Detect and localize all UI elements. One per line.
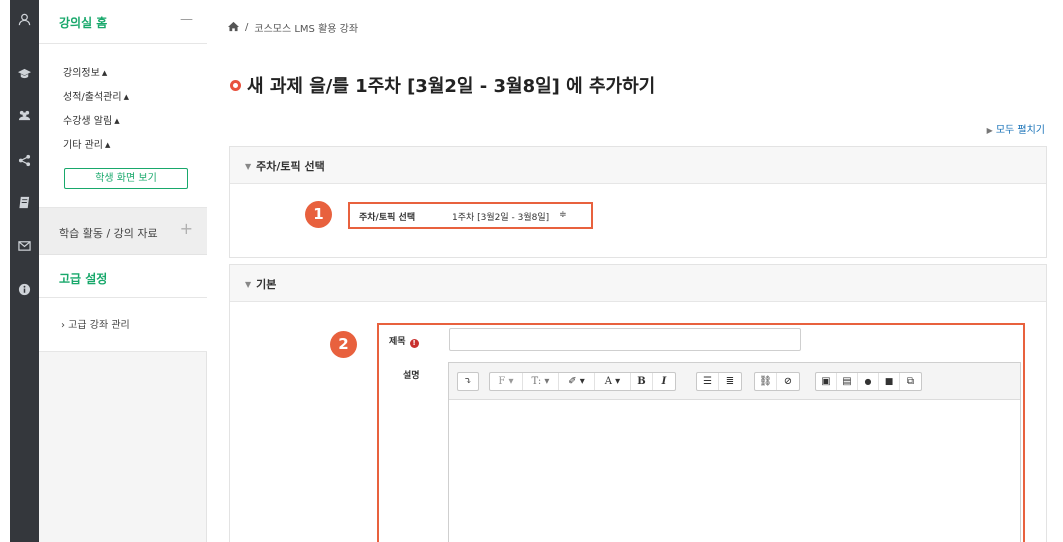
basic-heading: 기본	[256, 278, 277, 291]
sidebar-home[interactable]: 강의실 홈 —	[39, 0, 207, 44]
week-topic-select[interactable]: 1주차 [3월2일 - 3월8일] ≑	[452, 210, 567, 223]
week-topic-header[interactable]: ▼ 주차/토픽 선택	[230, 147, 1046, 184]
sidebar-item-course-info[interactable]: 강의정보 ▲	[63, 64, 107, 79]
toolbar-group-1: ⤵	[457, 372, 479, 391]
week-topic-selected: 1주차 [3월2일 - 3월8일]	[452, 213, 550, 223]
info-icon[interactable]	[10, 276, 39, 302]
expand-all-link[interactable]: ▶ 모두 펼치기	[987, 121, 1045, 136]
toolbar-group-5: ▣ ▤ ● ■ ⧉	[815, 372, 922, 391]
media-icon[interactable]: ▤	[837, 373, 858, 390]
student-view-button[interactable]: 학생 화면 보기	[64, 168, 188, 189]
share-icon[interactable]	[10, 147, 39, 173]
sidebar-item-notifications[interactable]: 수강생 알림 ▲	[63, 112, 120, 127]
image-icon[interactable]: ▣	[816, 373, 837, 390]
users-icon[interactable]	[10, 102, 39, 128]
link-icon[interactable]: ⛓	[755, 373, 777, 390]
editor-toolbar: ⤵ F ▾ T: ▾ ✐ ▾ A ▾ B I ☰ ≣ ⛓ ⊘ ▣ ▤ ● ■ ⧉	[449, 363, 1020, 400]
page-title: 새 과제 을/를 1주차 [3월2일 - 3월8일] 에 추가하기	[247, 76, 656, 97]
icon-rail	[10, 0, 39, 542]
sidebar-item-grades[interactable]: 성적/출석관리 ▲	[63, 88, 129, 103]
user-icon[interactable]	[10, 6, 39, 32]
description-label: 설명	[403, 371, 420, 381]
step-marker-2: 2	[330, 331, 357, 358]
toolbar-group-3: ☰ ≣	[696, 372, 742, 391]
sidebar-advanced-sub[interactable]: › 고급 강좌 관리	[39, 298, 207, 352]
sidebar-item-advanced-course[interactable]: › 고급 강좌 관리	[61, 316, 130, 331]
basic-header[interactable]: ▼ 기본	[230, 265, 1046, 302]
brush-icon[interactable]: ✐ ▾	[559, 373, 595, 390]
toolbar-group-4: ⛓ ⊘	[754, 372, 800, 391]
bold-icon[interactable]: B	[631, 373, 653, 390]
expand-toolbar-icon[interactable]: ⤵	[458, 373, 478, 390]
week-topic-heading: 주차/토픽 선택	[256, 160, 325, 173]
page-title-row: 새 과제 을/를 1주차 [3월2일 - 3월8일] 에 추가하기	[230, 72, 655, 98]
caret-down-icon: ▼	[245, 280, 252, 289]
sidebar-activities[interactable]: 학습 활동 / 강의 자료 +	[39, 208, 207, 255]
font-color-icon[interactable]: A ▾	[595, 373, 631, 390]
sidebar-advanced-label: 고급 설정	[59, 272, 108, 286]
font-family-icon[interactable]: F ▾	[490, 373, 523, 390]
video-icon[interactable]: ■	[879, 373, 900, 390]
breadcrumb-separator: /	[245, 22, 249, 33]
breadcrumb: / 코스모스 LMS 활용 강좌	[228, 20, 358, 35]
sidebar-activities-label: 학습 활동 / 강의 자료	[59, 227, 158, 240]
required-icon: !	[409, 339, 419, 348]
unlink-icon[interactable]: ⊘	[777, 373, 799, 390]
expand-plus-icon[interactable]: +	[180, 219, 193, 238]
caret-up-icon: ▲	[123, 93, 129, 101]
caret-down-icon: ▼	[245, 162, 252, 171]
description-editor[interactable]: ⤵ F ▾ T: ▾ ✐ ▾ A ▾ B I ☰ ≣ ⛓ ⊘ ▣ ▤ ● ■ ⧉	[448, 362, 1021, 542]
italic-icon[interactable]: I	[653, 373, 675, 390]
course-sidebar: 강의실 홈 — 강의정보 ▲ 성적/출석관리 ▲ 수강생 알림 ▲ 기타 관리 ▲ 학생…	[39, 0, 207, 542]
caret-up-icon: ▲	[114, 117, 120, 125]
title-input[interactable]	[449, 328, 801, 351]
font-size-icon[interactable]: T: ▾	[523, 373, 559, 390]
ordered-list-icon[interactable]: ≣	[719, 373, 741, 390]
sidebar-advanced[interactable]: 고급 설정	[39, 255, 207, 298]
microphone-icon[interactable]: ●	[858, 373, 879, 390]
envelope-icon[interactable]	[10, 232, 39, 258]
toolbar-group-2: F ▾ T: ▾ ✐ ▾ A ▾ B I	[489, 372, 676, 391]
home-icon[interactable]	[228, 21, 239, 35]
caret-up-icon: ▲	[101, 69, 108, 77]
collapse-icon[interactable]: —	[180, 12, 193, 27]
title-label: 제목!	[389, 334, 419, 348]
book-icon[interactable]	[10, 189, 39, 215]
breadcrumb-course[interactable]: 코스모스 LMS 활용 강좌	[254, 20, 358, 35]
caret-up-icon: ▲	[104, 141, 111, 149]
week-topic-label: 주차/토픽 선택	[359, 213, 416, 223]
sidebar-item-other[interactable]: 기타 관리 ▲	[63, 136, 110, 151]
sidebar-home-label[interactable]: 강의실 홈	[59, 14, 107, 31]
select-arrow-icon: ≑	[559, 210, 567, 220]
step-marker-1: 1	[305, 201, 332, 228]
unordered-list-icon[interactable]: ☰	[697, 373, 719, 390]
sidebar-menu: 강의정보 ▲ 성적/출석관리 ▲ 수강생 알림 ▲ 기타 관리 ▲ 학생 화면 보기	[39, 44, 207, 208]
caret-right-icon: ▶	[986, 126, 993, 135]
assignment-icon	[230, 79, 241, 91]
copy-icon[interactable]: ⧉	[900, 373, 921, 390]
graduation-cap-icon[interactable]	[10, 60, 39, 86]
